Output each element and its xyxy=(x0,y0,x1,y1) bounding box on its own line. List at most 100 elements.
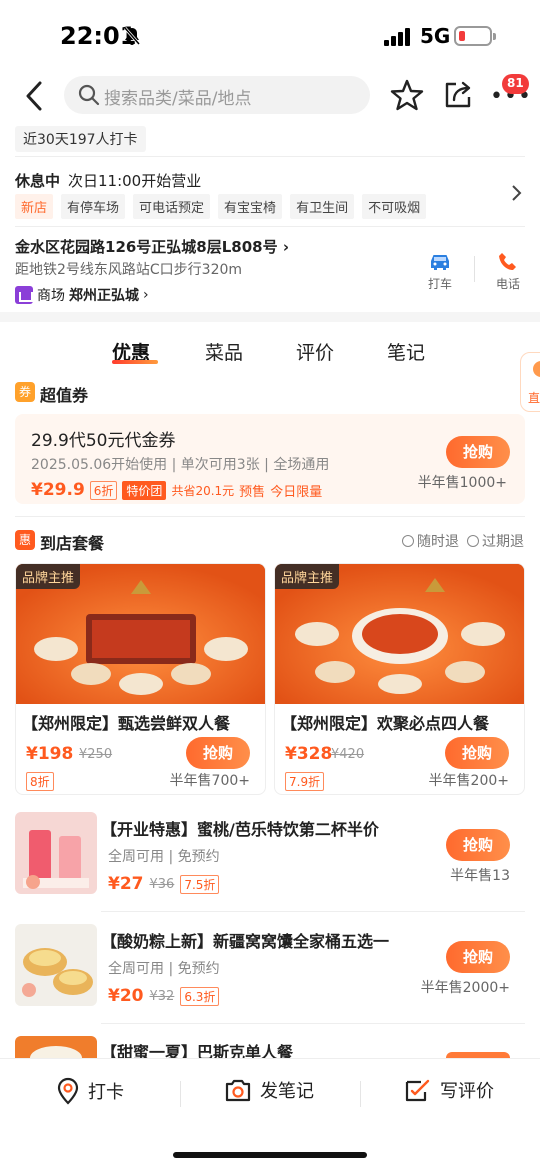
tart-photo xyxy=(15,924,97,1006)
address-line[interactable]: 金水区花园路126号正弘城8层L808号 › xyxy=(15,236,289,257)
set-meal-discount: 7.9折 xyxy=(285,772,325,791)
presale-tag: 预售 xyxy=(239,484,266,500)
checkin-button[interactable]: 打卡 xyxy=(56,1077,124,1105)
set-meal-name: 【郑州限定】欢聚必点四人餐 xyxy=(281,714,490,733)
coupon-per-order: 单次可用3张 xyxy=(180,457,260,473)
group-tag: 特价团 xyxy=(122,480,167,500)
deal-buy-button[interactable]: 抢购 xyxy=(446,829,510,861)
limit-tag: 今日限量 xyxy=(270,484,323,500)
coupon-section-title: 超值券 xyxy=(40,386,89,405)
coupon-title: 29.9代50元代金券 xyxy=(31,431,176,451)
mall-label: 商场 xyxy=(37,288,65,304)
set-meal-buy-button[interactable]: 抢购 xyxy=(445,737,509,769)
brand-badge: 品牌主推 xyxy=(275,564,340,589)
coupon-card[interactable]: 29.9代50元代金券 2025.05.06开始使用 | 单次可用3张 | 全场… xyxy=(15,414,525,504)
deal-price-row: ¥27 ¥36 7.5折 xyxy=(108,874,220,894)
deal-sold: 半年售2000+ xyxy=(420,980,510,996)
checkin-label: 打卡 xyxy=(88,1082,124,1103)
divider xyxy=(15,156,525,157)
location-pin-icon xyxy=(57,1077,79,1105)
chevron-right-icon[interactable] xyxy=(510,184,522,202)
mall-icon xyxy=(15,286,33,304)
live-float-button[interactable]: 直 xyxy=(520,352,540,412)
bell-muted-icon xyxy=(123,27,141,45)
taxi-label: 打车 xyxy=(427,277,452,291)
section-gap xyxy=(0,312,540,322)
set-meal-sold: 半年售700+ xyxy=(169,773,250,789)
policy-2-label: 过期退 xyxy=(482,534,524,550)
back-icon[interactable] xyxy=(22,80,48,112)
signal-icon xyxy=(384,28,410,46)
tab-notes[interactable]: 笔记 xyxy=(387,338,425,365)
tag-parking: 有停车场 xyxy=(61,194,126,219)
set-section-icon: 惠 xyxy=(15,530,35,550)
deal-discount: 7.5折 xyxy=(180,874,220,894)
coupon-buy-button[interactable]: 抢购 xyxy=(446,436,510,468)
subway-distance: 距地铁2号线东风路站C口步行320m xyxy=(15,262,243,278)
set-section-title: 到店套餐 xyxy=(40,534,105,553)
search-placeholder: 搜索品类/菜品/地点 xyxy=(104,89,252,109)
coupon-usage: 2025.05.06开始使用 | 单次可用3张 | 全场通用 xyxy=(31,457,330,473)
policy-1-label: 随时退 xyxy=(417,534,459,550)
search-icon xyxy=(78,84,100,106)
brand-badge: 品牌主推 xyxy=(16,564,81,589)
coupon-price: ¥29.9 xyxy=(31,480,85,500)
share-icon[interactable] xyxy=(442,78,474,110)
basque-photo xyxy=(15,1036,97,1058)
tab-dishes[interactable]: 菜品 xyxy=(205,338,243,365)
coupon-discount: 6折 xyxy=(89,480,118,500)
divider xyxy=(15,516,525,517)
coupon-section-icon: 券 xyxy=(15,382,35,402)
set-meal-card[interactable]: 品牌主推 【郑州限定】甄选尝鲜双人餐 ¥198 ¥250 8折 抢购 半年售70… xyxy=(15,563,266,795)
favorite-star-icon[interactable] xyxy=(390,78,424,112)
tag-no-smoking: 不可吸烟 xyxy=(362,194,427,219)
notification-badge: 81 xyxy=(502,74,529,94)
tab-reviews[interactable]: 评价 xyxy=(296,338,334,365)
deal-subtitle: 全周可用 | 免预约 xyxy=(108,961,220,977)
set-meal-card[interactable]: 品牌主推 【郑州限定】欢聚必点四人餐 ¥328 ¥420 7.9折 抢购 半年售… xyxy=(274,563,525,795)
phone-button[interactable]: 电话 xyxy=(486,252,530,292)
car-icon xyxy=(431,255,449,270)
tag-new: 新店 xyxy=(15,194,54,219)
deal-price: ¥27 xyxy=(108,874,144,894)
set-meal-buy-button[interactable]: 抢购 xyxy=(186,737,250,769)
drink-photo xyxy=(15,812,97,894)
set-meal-discount: 8折 xyxy=(26,772,54,791)
divider xyxy=(180,1081,181,1107)
battery-icon xyxy=(454,26,496,46)
taxi-button[interactable]: 打车 xyxy=(418,252,462,292)
coupon-scope: 全场通用 xyxy=(273,457,330,473)
set-meal-name: 【郑州限定】甄选尝鲜双人餐 xyxy=(22,714,231,733)
coupon-start-date: 2025.05.06开始使用 xyxy=(31,457,168,473)
divider xyxy=(360,1081,361,1107)
deal-photo xyxy=(15,1036,97,1058)
tab-active-indicator xyxy=(112,360,158,364)
divider xyxy=(101,1023,525,1024)
network-type: 5G xyxy=(420,24,451,48)
set-meal-original-price: ¥420 xyxy=(331,747,365,762)
check-icon xyxy=(467,535,479,547)
check-icon xyxy=(402,535,414,547)
checkin-summary: 近30天197人打卡 xyxy=(15,126,146,152)
set-meal-sold: 半年售200+ xyxy=(428,773,509,789)
edit-review-icon xyxy=(405,1079,430,1102)
coupon-price-row: ¥29.9 6折 特价团 共省20.1元 预售 今日限量 xyxy=(31,480,322,500)
deal-sold: 半年售13 xyxy=(450,868,510,884)
write-review-button[interactable]: 写评价 xyxy=(404,1077,494,1103)
tag-restroom: 有卫生间 xyxy=(290,194,355,219)
live-dot-icon xyxy=(533,361,540,377)
divider xyxy=(101,911,525,912)
deal-title[interactable]: 【开业特惠】蜜桃/芭乐特饮第二杯半价 xyxy=(101,816,379,840)
divider xyxy=(15,226,525,227)
live-float-label: 直 xyxy=(528,391,540,405)
deal-title[interactable]: 【酸奶粽上新】新疆窝窝馕全家桶五选一 xyxy=(101,928,389,952)
mall-link[interactable]: 商场 郑州正弘城 › xyxy=(15,285,149,305)
set-meal-price: ¥328 xyxy=(285,744,333,764)
deal-price-row: ¥20 ¥32 6.3折 xyxy=(108,986,220,1006)
deal-price: ¥20 xyxy=(108,986,144,1006)
search-input[interactable]: 搜索品类/菜品/地点 xyxy=(64,76,370,114)
deal-buy-button[interactable]: 抢购 xyxy=(446,941,510,973)
post-note-button[interactable]: 发笔记 xyxy=(224,1077,314,1103)
coupon-sold: 半年售1000+ xyxy=(417,475,507,491)
phone-label: 电话 xyxy=(495,277,520,291)
